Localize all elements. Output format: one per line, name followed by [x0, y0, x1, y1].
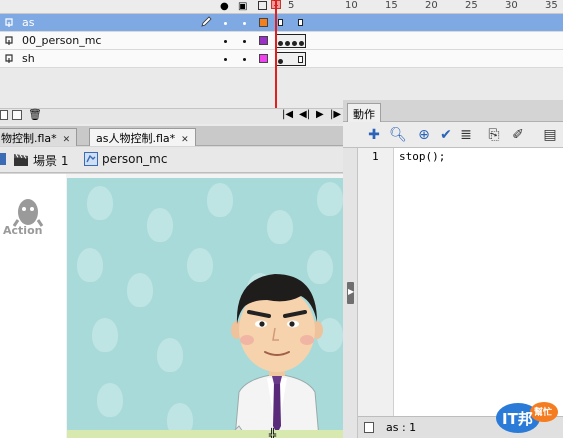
actions-panel-title: 動作 [353, 108, 375, 121]
code-line[interactable]: stop(); [399, 150, 445, 163]
new-layer-icon[interactable] [0, 110, 8, 120]
frames-row-as[interactable] [273, 14, 563, 32]
bg-pattern [92, 318, 118, 352]
bg-pattern [97, 383, 123, 417]
tab-actions[interactable]: 動作 [347, 103, 381, 122]
script-editor[interactable]: stop(); [394, 148, 563, 416]
keyframe[interactable] [278, 59, 283, 64]
movieclip-icon [84, 152, 98, 166]
frame-tick: 35 [545, 0, 558, 11]
bg-pattern [267, 210, 293, 244]
lock-dot[interactable] [243, 58, 246, 61]
frame-tick: 5 [288, 0, 295, 11]
bg-pattern [157, 338, 183, 372]
debug-icon[interactable]: ✐ [509, 126, 527, 144]
new-folder-icon[interactable] [12, 110, 22, 120]
bg-pattern [147, 208, 173, 242]
code-hint-icon[interactable]: ⎘ [485, 126, 503, 144]
timeline-footer: 🗑 |◀ ◀| ▶ |▶ [0, 108, 345, 124]
person-character[interactable] [217, 266, 337, 438]
stage-canvas[interactable]: ╬ [67, 178, 345, 438]
lock-icon[interactable]: ▣ [238, 1, 247, 12]
visibility-dot[interactable] [224, 22, 227, 25]
tab-document-2[interactable]: as人物控制.fla* ✕ [89, 128, 196, 146]
status-tab[interactable]: as : 1 [386, 421, 416, 434]
next-frame-icon[interactable]: |▶ [330, 109, 341, 120]
bg-pattern [187, 248, 213, 282]
target-icon[interactable]: ⊕ [415, 126, 433, 144]
keyframe[interactable] [298, 19, 303, 26]
layer-color-swatch[interactable] [259, 18, 268, 27]
lock-dot[interactable] [243, 22, 246, 25]
close-icon[interactable]: ✕ [63, 135, 71, 145]
breadcrumb-scene[interactable]: 場景 1 [33, 152, 68, 169]
script-file-icon [364, 422, 374, 433]
frames-row-sh[interactable] [273, 50, 563, 68]
scene-clapper-icon [14, 154, 28, 166]
registration-crosshair-icon: ╬ [269, 428, 277, 438]
watermark-sub: 幫忙 [534, 408, 553, 418]
bg-pattern [87, 186, 113, 220]
actions-toolbar: ✚ 🔍︎ ⊕ ✔ ≣ ⎘ ✐ ▤ [343, 122, 563, 148]
layer-color-swatch[interactable] [259, 36, 268, 45]
arrow-right-icon: ▶ [348, 287, 355, 296]
frame-tick: 25 [465, 0, 478, 11]
layer-name: 00_person_mc [22, 34, 102, 47]
keyframe[interactable] [285, 41, 290, 46]
document-tabbar: 物控制.fla* ✕ as人物控制.fla* ✕ [0, 126, 345, 146]
layer-name: as [22, 16, 35, 29]
edit-bar: 場景 1 person_mc [0, 147, 345, 173]
frame-tick: 10 [345, 0, 358, 11]
layer-icon [5, 54, 13, 63]
layer-color-swatch[interactable] [259, 54, 268, 63]
play-icon[interactable]: ▶ [316, 109, 324, 120]
breadcrumb-symbol[interactable]: person_mc [102, 152, 167, 166]
prev-frame-icon[interactable]: ◀| [299, 109, 310, 120]
format-icon[interactable]: ≣ [457, 126, 475, 144]
pencil-icon [201, 16, 212, 27]
watermark-logo: IT邦 幫忙 [494, 398, 560, 436]
layer-icon [5, 18, 13, 27]
frame-tick: 20 [425, 0, 438, 11]
outline-icon[interactable] [258, 1, 267, 10]
line-number-gutter: 1 [358, 148, 394, 416]
playhead[interactable] [275, 0, 277, 112]
first-frame-icon[interactable]: |◀ [282, 109, 293, 120]
bg-pattern [77, 248, 103, 282]
actions-panel-header: 動作 [343, 100, 563, 122]
frame-tick: 30 [505, 0, 518, 11]
eye-icon[interactable]: ● [220, 1, 229, 12]
bg-pattern [207, 183, 233, 217]
tab-label: 物控制.fla* [1, 132, 57, 145]
visibility-dot[interactable] [224, 58, 227, 61]
layer-icon [5, 36, 13, 45]
keyframe[interactable] [278, 41, 283, 46]
bg-pattern [317, 182, 343, 216]
keyframe[interactable] [292, 41, 297, 46]
frame-tick: 15 [385, 0, 398, 11]
close-icon[interactable]: ✕ [181, 135, 189, 145]
add-icon[interactable]: ✚ [365, 126, 383, 144]
timeline-header: ● ▣ [0, 0, 563, 14]
snippets-icon[interactable]: ▤ [541, 126, 559, 144]
ground-strip [67, 430, 345, 438]
lock-dot[interactable] [243, 40, 246, 43]
watermark-brand: IT邦 [502, 410, 533, 428]
bg-pattern [127, 273, 153, 307]
back-arrow-icon[interactable] [0, 153, 6, 165]
action-label: Action [3, 224, 43, 237]
trash-icon[interactable]: 🗑 [28, 108, 42, 121]
find-icon[interactable]: 🔍︎ [389, 126, 407, 144]
tab-document-1[interactable]: 物控制.fla* ✕ [0, 128, 78, 146]
line-number: 1 [372, 150, 379, 163]
keyframe[interactable] [278, 19, 283, 26]
tab-label: as人物控制.fla* [96, 132, 176, 145]
keyframe[interactable] [298, 56, 303, 63]
frames-row-person[interactable] [273, 32, 563, 50]
layer-name: sh [22, 52, 35, 65]
collapse-handle[interactable]: ▶ [347, 282, 354, 304]
visibility-dot[interactable] [224, 40, 227, 43]
keyframe[interactable] [299, 41, 304, 46]
check-icon[interactable]: ✔ [437, 126, 455, 144]
